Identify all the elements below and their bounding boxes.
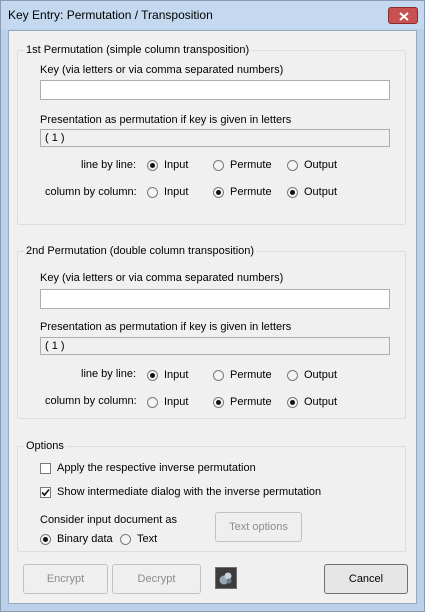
second-permutation-legend: 2nd Permutation (double column transposi…: [24, 245, 257, 258]
dialog-window: Key Entry: Permutation / Transposition 1…: [0, 0, 425, 612]
window-title: Key Entry: Permutation / Transposition: [8, 8, 213, 22]
options-group: Options Apply the respective inverse per…: [17, 440, 406, 552]
first-permutation-group: 1st Permutation (simple column transposi…: [17, 44, 406, 225]
first-presentation-label: Presentation as permutation if key is gi…: [40, 114, 292, 126]
second-column-by-column-label: column by column:: [45, 395, 137, 407]
first-column-input-label: Input: [164, 186, 189, 198]
title-bar[interactable]: Key Entry: Permutation / Transposition: [1, 1, 424, 29]
text-radio[interactable]: [120, 534, 131, 545]
second-key-label: Key (via letters or via comma separated …: [40, 272, 284, 284]
first-line-permute-label: Permute: [230, 159, 272, 171]
cryptool-icon: [219, 572, 232, 585]
second-line-output-label: Output: [304, 369, 338, 381]
second-line-input-radio[interactable]: [147, 370, 158, 381]
first-key-input[interactable]: [40, 80, 390, 100]
second-line-permute-label: Permute: [230, 369, 272, 381]
binary-data-label: Binary data: [57, 533, 113, 545]
first-line-input-radio[interactable]: [147, 160, 158, 171]
first-line-input-label: Input: [164, 159, 189, 171]
first-column-output-label: Output: [304, 186, 338, 198]
help-icon-button[interactable]: [215, 567, 237, 589]
apply-inverse-label: Apply the respective inverse permutation: [57, 462, 256, 474]
decrypt-button[interactable]: Decrypt: [112, 564, 201, 594]
apply-inverse-checkbox[interactable]: [40, 463, 51, 474]
first-permutation-legend: 1st Permutation (simple column transposi…: [24, 44, 252, 57]
second-line-input-label: Input: [164, 369, 189, 381]
cancel-button[interactable]: Cancel: [324, 564, 408, 594]
first-line-permute-radio[interactable]: [213, 160, 224, 171]
show-dialog-label: Show intermediate dialog with the invers…: [57, 486, 322, 498]
second-line-permute-radio[interactable]: [213, 370, 224, 381]
binary-data-radio[interactable]: [40, 534, 51, 545]
options-legend: Options: [24, 440, 66, 453]
first-column-by-column-label: column by column:: [45, 186, 137, 198]
second-line-output-radio[interactable]: [287, 370, 298, 381]
second-column-permute-label: Permute: [230, 396, 272, 408]
second-column-permute-radio[interactable]: [213, 397, 224, 408]
first-column-permute-radio[interactable]: [213, 187, 224, 198]
dialog-client-area: 1st Permutation (simple column transposi…: [8, 30, 417, 604]
text-label: Text: [137, 533, 158, 545]
second-permutation-group: 2nd Permutation (double column transposi…: [17, 245, 406, 419]
text-options-button[interactable]: Text options: [215, 512, 302, 542]
first-column-input-radio[interactable]: [147, 187, 158, 198]
first-line-by-line-label: line by line:: [81, 159, 137, 171]
first-key-label: Key (via letters or via comma separated …: [40, 64, 284, 76]
second-column-output-radio[interactable]: [287, 397, 298, 408]
checkmark-icon: [41, 488, 50, 497]
close-button[interactable]: [388, 7, 418, 24]
second-line-by-line-label: line by line:: [81, 368, 137, 380]
first-line-output-label: Output: [304, 159, 338, 171]
second-presentation-label: Presentation as permutation if key is gi…: [40, 321, 292, 333]
first-line-output-radio[interactable]: [287, 160, 298, 171]
second-presentation-field: ( 1 ): [40, 337, 390, 355]
consider-input-label: Consider input document as: [40, 514, 177, 526]
second-column-input-radio[interactable]: [147, 397, 158, 408]
second-column-output-label: Output: [304, 396, 338, 408]
first-column-output-radio[interactable]: [287, 187, 298, 198]
close-icon: [399, 12, 409, 21]
show-dialog-checkbox[interactable]: [40, 487, 51, 498]
encrypt-button[interactable]: Encrypt: [23, 564, 108, 594]
second-column-input-label: Input: [164, 396, 189, 408]
second-key-input[interactable]: [40, 289, 390, 309]
first-presentation-field: ( 1 ): [40, 129, 390, 147]
first-column-permute-label: Permute: [230, 186, 272, 198]
